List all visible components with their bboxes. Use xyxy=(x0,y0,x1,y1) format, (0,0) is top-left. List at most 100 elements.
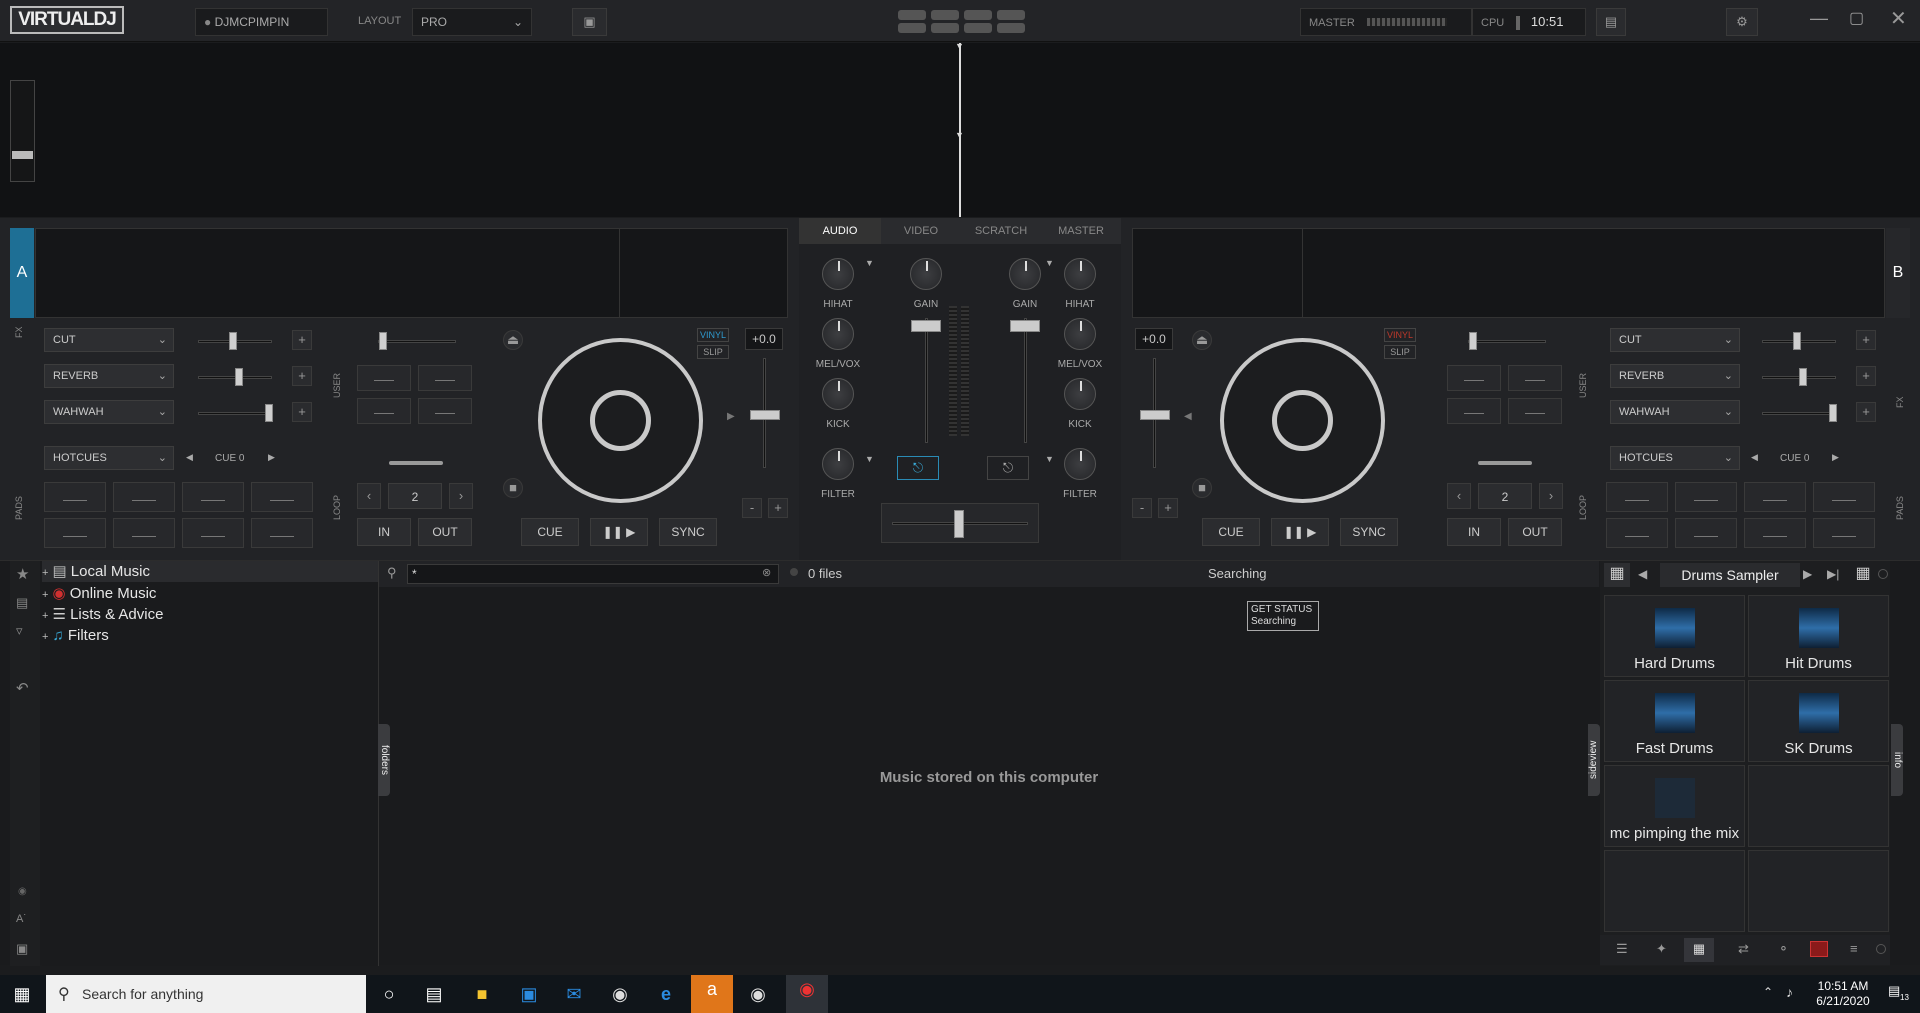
hotcue-pad-a-4[interactable] xyxy=(251,482,313,512)
volume-fader-left-track[interactable] xyxy=(925,318,928,443)
hotcue-pad-a-2[interactable] xyxy=(113,482,175,512)
sampler-grid-icon[interactable]: ▦ xyxy=(1604,563,1630,587)
loop-slider-b[interactable] xyxy=(1478,461,1532,465)
options-dot-icon[interactable] xyxy=(790,568,798,576)
star-icon[interactable]: ★ xyxy=(16,565,29,583)
hotcue-pad-a-3[interactable] xyxy=(182,482,244,512)
loop-halve-b-icon[interactable]: ‹ xyxy=(1447,483,1471,509)
hotcue-pad-b-1[interactable] xyxy=(1606,482,1668,512)
fx-select-a-1[interactable]: CUT ⌄ xyxy=(44,328,174,352)
editor-icon[interactable]: ≡ xyxy=(1850,941,1858,956)
search-input[interactable]: * xyxy=(407,564,779,584)
taskbar-search[interactable]: ⚲ Search for anything xyxy=(46,975,366,1013)
drive-icon[interactable]: ▤ xyxy=(16,595,28,611)
hotcue-pad-a-1[interactable] xyxy=(44,482,106,512)
sampler-cell-7[interactable] xyxy=(1604,850,1745,932)
loop-double-a-icon[interactable]: › xyxy=(449,483,473,509)
pitch-minus-a-button[interactable]: - xyxy=(742,498,762,518)
font-size-icon[interactable]: A˙ xyxy=(16,913,27,925)
vinyl-a-button[interactable]: VINYL xyxy=(697,328,729,342)
gain-knob-right[interactable] xyxy=(1009,258,1041,290)
mail-icon[interactable]: ✉ xyxy=(560,980,588,1008)
jog-center-b[interactable] xyxy=(1272,390,1333,451)
loop-halve-a-icon[interactable]: ‹ xyxy=(357,483,381,509)
fx-slider-b-3[interactable] xyxy=(1762,404,1837,422)
user-pad-a-2[interactable] xyxy=(418,365,472,391)
sampler-cell-6[interactable] xyxy=(1748,765,1889,847)
cue-prev-b-icon[interactable]: ◀ xyxy=(1751,452,1758,463)
sampler-bank[interactable]: Drums Sampler xyxy=(1660,563,1800,587)
sampler-prev-icon[interactable]: ◀ xyxy=(1638,567,1647,581)
hotcue-pad-a-7[interactable] xyxy=(182,518,244,548)
kick-knob-right[interactable] xyxy=(1064,378,1096,410)
sampler-view-icon[interactable]: ▦ xyxy=(1684,938,1714,962)
video-icon[interactable] xyxy=(1810,941,1828,957)
user-account-button[interactable]: ● DJMCPIMPIN xyxy=(195,8,328,36)
fx-slider-b-2[interactable] xyxy=(1762,368,1836,386)
sampler-cell-3[interactable]: Fast Drums xyxy=(1604,680,1745,762)
user-pad-b-1[interactable] xyxy=(1447,365,1501,391)
tab-video[interactable]: VIDEO xyxy=(881,218,961,244)
hotcue-pad-b-8[interactable] xyxy=(1813,518,1875,548)
shuffle-icon[interactable]: ⇄ xyxy=(1738,941,1749,957)
sampler-cell-2[interactable]: Hit Drums xyxy=(1748,595,1889,677)
app-icon-2[interactable]: ◉ xyxy=(744,980,772,1008)
sync-a-button[interactable]: SYNC xyxy=(659,518,717,546)
user-slider-b[interactable] xyxy=(1468,332,1546,350)
pitch-slider-a[interactable] xyxy=(750,410,780,420)
sampler-cell-5[interactable]: mc pimping the mix xyxy=(1604,765,1745,847)
fx-add-b-2-icon[interactable]: + xyxy=(1856,366,1876,386)
fx-add-a-2-icon[interactable]: + xyxy=(292,366,312,386)
volume-fader-right-track[interactable] xyxy=(1024,318,1027,443)
tab-scratch[interactable]: SCRATCH xyxy=(961,218,1041,244)
clear-search-icon[interactable]: ⊗ xyxy=(762,566,771,579)
edge-icon[interactable]: e xyxy=(652,980,680,1008)
eq-menu-left-icon[interactable]: ▼ xyxy=(865,258,874,268)
jog-wheel-b[interactable] xyxy=(1220,338,1385,503)
filter-icon[interactable]: ▿ xyxy=(16,623,23,639)
tree-item-filters[interactable]: + ♫ Filters xyxy=(42,625,109,646)
minimize-icon[interactable]: — xyxy=(1810,8,1830,32)
fx-slider-a-1[interactable] xyxy=(198,332,272,350)
loop-length-b[interactable]: 2 xyxy=(1478,483,1532,509)
pitch-slider-b[interactable] xyxy=(1140,410,1170,420)
jog-center-a[interactable] xyxy=(590,390,651,451)
pads-mode-select-b[interactable]: HOTCUES ⌄ xyxy=(1610,446,1740,470)
gear-icon[interactable]: ⚙ xyxy=(1726,8,1758,36)
filter-knob-right[interactable] xyxy=(1064,448,1096,480)
waveform-area[interactable]: ▼ ▼ xyxy=(0,41,1920,217)
toolbar-options-icon[interactable] xyxy=(1876,944,1886,954)
file-explorer-icon[interactable]: ■ xyxy=(468,980,496,1008)
gain-knob-left[interactable] xyxy=(910,258,942,290)
tab-audio[interactable]: AUDIO xyxy=(799,218,881,244)
cue-next-a-icon[interactable]: ▶ xyxy=(268,452,275,463)
eject-b-icon[interactable]: ⏏ xyxy=(1192,330,1212,350)
loop-in-a-button[interactable]: IN xyxy=(357,518,411,546)
cue-prev-a-icon[interactable]: ◀ xyxy=(186,452,193,463)
fx-select-b-2[interactable]: REVERB ⌄ xyxy=(1610,364,1740,388)
user-pad-b-2[interactable] xyxy=(1508,365,1562,391)
cube-icon[interactable]: ▣ xyxy=(572,8,607,36)
jog-wheel-a[interactable] xyxy=(538,338,703,503)
undo-icon[interactable]: ↶ xyxy=(16,679,29,697)
crossfader-thumb[interactable] xyxy=(954,510,964,538)
effects-icon[interactable]: ✦ xyxy=(1656,941,1667,957)
sideview-tab[interactable]: sideview xyxy=(1588,724,1600,796)
sampler-cell-4[interactable]: SK Drums xyxy=(1748,680,1889,762)
zoom-slider[interactable] xyxy=(10,80,35,182)
loop-out-b-button[interactable]: OUT xyxy=(1508,518,1562,546)
zoom-slider-thumb[interactable] xyxy=(12,151,33,159)
pads-mode-select-a[interactable]: HOTCUES ⌄ xyxy=(44,446,174,470)
settings-dot-icon[interactable]: ◉ xyxy=(18,886,27,897)
hotcue-pad-b-2[interactable] xyxy=(1675,482,1737,512)
tree-item-lists-advice[interactable]: + ☰ Lists & Advice xyxy=(42,604,163,625)
layout-select[interactable]: PRO ⌄ xyxy=(412,8,532,36)
hotcue-pad-b-4[interactable] xyxy=(1813,482,1875,512)
store-icon[interactable]: ▣ xyxy=(515,980,543,1008)
calendar-icon[interactable]: ▤ xyxy=(1596,8,1626,36)
stop-b-icon[interactable]: ■ xyxy=(1192,478,1212,498)
play-pause-a-button[interactable]: ❚❚ ▶ xyxy=(590,518,648,546)
cue-next-b-icon[interactable]: ▶ xyxy=(1832,452,1839,463)
deck-b-letter[interactable]: B xyxy=(1886,228,1910,318)
user-pad-a-3[interactable] xyxy=(357,398,411,424)
